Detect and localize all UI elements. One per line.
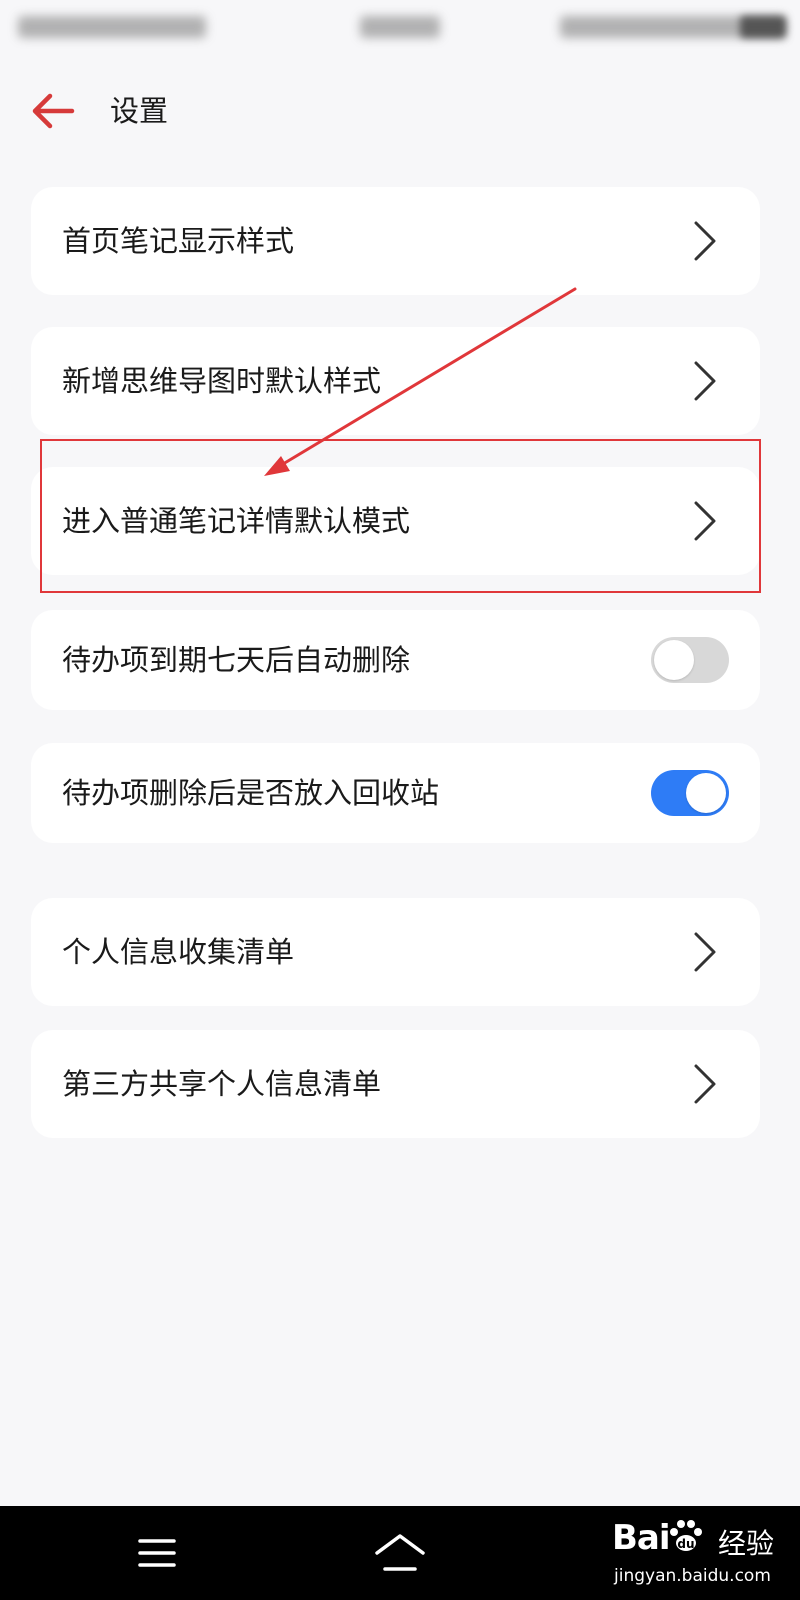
setting-label: 进入普通笔记详情默认模式 xyxy=(62,504,411,538)
setting-label: 待办项删除后是否放入回收站 xyxy=(62,776,440,810)
setting-todo-recycle-bin: 待办项删除后是否放入回收站 xyxy=(31,743,760,843)
chevron-right-icon xyxy=(694,361,716,401)
toggle-knob xyxy=(654,640,694,680)
menu-icon[interactable] xyxy=(138,1536,176,1570)
todo-recycle-bin-toggle[interactable] xyxy=(651,770,729,816)
back-button[interactable] xyxy=(28,86,78,136)
setting-third-party-share-list[interactable]: 第三方共享个人信息清单 xyxy=(31,1030,760,1138)
arrow-left-icon xyxy=(32,93,75,129)
page-title: 设置 xyxy=(110,94,169,128)
status-bar xyxy=(0,0,800,56)
chevron-right-icon xyxy=(694,221,716,261)
chevron-right-icon xyxy=(694,932,716,972)
setting-label: 新增思维导图时默认样式 xyxy=(62,364,382,398)
home-icon[interactable] xyxy=(373,1531,427,1575)
chevron-right-icon xyxy=(694,501,716,541)
system-nav-bar xyxy=(0,1506,800,1600)
app-header: 设置 xyxy=(0,76,800,146)
setting-todo-auto-delete: 待办项到期七天后自动删除 xyxy=(31,610,760,710)
setting-mindmap-default-style[interactable]: 新增思维导图时默认样式 xyxy=(31,327,760,435)
status-bar-clock-blurred xyxy=(360,16,440,38)
setting-note-detail-default-mode[interactable]: 进入普通笔记详情默认模式 xyxy=(31,467,760,575)
toggle-knob xyxy=(686,773,726,813)
setting-label: 待办项到期七天后自动删除 xyxy=(62,643,411,677)
setting-home-note-style[interactable]: 首页笔记显示样式 xyxy=(31,187,760,295)
setting-label: 首页笔记显示样式 xyxy=(62,224,295,258)
setting-label: 个人信息收集清单 xyxy=(62,935,295,969)
setting-personal-info-list[interactable]: 个人信息收集清单 xyxy=(31,898,760,1006)
status-bar-left-blurred xyxy=(18,16,206,38)
battery-icon xyxy=(740,16,786,38)
todo-auto-delete-toggle[interactable] xyxy=(651,637,729,683)
setting-label: 第三方共享个人信息清单 xyxy=(62,1067,382,1101)
chevron-right-icon xyxy=(694,1064,716,1104)
